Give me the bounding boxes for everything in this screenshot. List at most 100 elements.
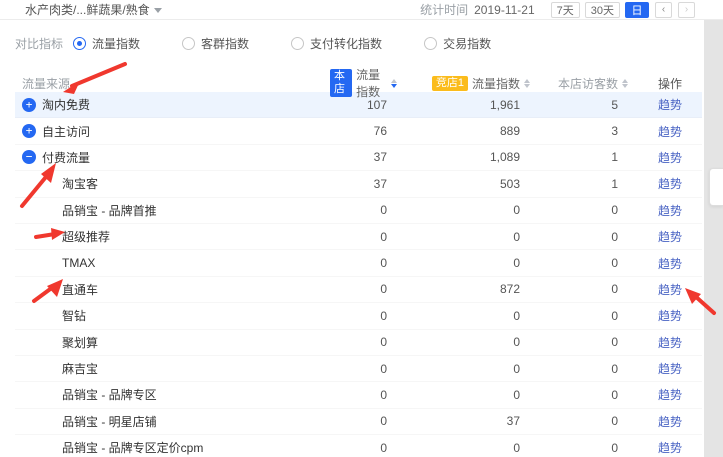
source-name: 品销宝 - 品牌专区定价cpm (62, 439, 203, 456)
trend-link[interactable]: 趋势 (658, 230, 682, 244)
trend-link[interactable]: 趋势 (658, 151, 682, 165)
metric-radio[interactable]: 支付转化指数 (291, 35, 382, 52)
metric-radio[interactable]: 客群指数 (182, 35, 249, 52)
stat-date-value: 2019-11-21 (474, 3, 535, 17)
visitors-value: 0 (530, 282, 628, 296)
trend-link[interactable]: 趋势 (658, 388, 682, 402)
shop-index-value: 0 (330, 414, 397, 428)
rival-badge: 竞店1 (432, 76, 468, 91)
trend-link[interactable]: 趋势 (658, 177, 682, 191)
metric-radio-group: 流量指数 客群指数 支付转化指数 交易指数 (73, 35, 491, 52)
shop-index-value: 0 (330, 203, 397, 217)
metric-radio-label: 客群指数 (201, 35, 249, 52)
source-cell: 品销宝 - 品牌首推 (15, 202, 330, 219)
visitors-value: 1 (530, 177, 628, 191)
source-cell: 聚划算 (15, 334, 330, 351)
col-header-shop-index[interactable]: 本店 流量指数 (330, 66, 397, 100)
source-cell: 麻吉宝 (15, 360, 330, 377)
radio-icon (182, 37, 195, 50)
trend-link[interactable]: 趋势 (658, 257, 682, 271)
visitors-value: 0 (530, 388, 628, 402)
metric-radio-label: 交易指数 (443, 35, 491, 52)
expand-toggle-icon[interactable]: + (22, 98, 36, 112)
table-row: 品销宝 - 品牌专区 0 0 0 趋势 (15, 382, 702, 408)
shop-index-value: 76 (330, 124, 397, 138)
shop-index-value: 0 (330, 282, 397, 296)
source-name: 智钻 (62, 307, 86, 324)
source-cell: 直通车 (15, 281, 330, 298)
source-cell: + 自主访问 (15, 123, 330, 140)
col-header-visitors[interactable]: 本店访客数 (530, 75, 628, 92)
trend-link[interactable]: 趋势 (658, 441, 682, 455)
trend-link[interactable]: 趋势 (658, 362, 682, 376)
category-label: 水产肉类/...鲜蔬果/熟食 (25, 1, 150, 18)
trend-link[interactable]: 趋势 (658, 283, 682, 297)
table-row: 淘宝客 37 503 1 趋势 (15, 171, 702, 197)
trend-link[interactable]: 趋势 (658, 336, 682, 350)
rival-index-label: 流量指数 (472, 75, 520, 92)
radio-icon (73, 37, 86, 50)
range-button[interactable]: 日 (625, 2, 649, 18)
range-button[interactable]: 7天 (551, 2, 580, 18)
source-name: 麻吉宝 (62, 360, 98, 377)
chevron-down-icon (154, 8, 162, 13)
page-gutter (704, 20, 723, 457)
shop-index-value: 0 (330, 256, 397, 270)
visitors-value: 0 (530, 362, 628, 376)
source-cell: − 付费流量 (15, 149, 330, 166)
compare-metric-label: 对比指标 (15, 35, 63, 52)
rival-index-value: 0 (397, 335, 530, 349)
range-button[interactable]: 30天 (585, 2, 620, 18)
table-row: + 自主访问 76 889 3 趋势 (15, 118, 702, 144)
source-cell: 品销宝 - 明星店铺 (15, 413, 330, 430)
floating-side-widget[interactable] (709, 168, 723, 206)
col-header-action: 操作 (628, 75, 702, 92)
table-row: 麻吉宝 0 0 0 趋势 (15, 356, 702, 382)
visitors-label: 本店访客数 (558, 75, 618, 92)
shop-index-value: 0 (330, 335, 397, 349)
shop-index-value: 0 (330, 441, 397, 455)
next-day-button[interactable]: › (678, 2, 695, 18)
shop-index-value: 0 (330, 309, 397, 323)
table-row: TMAX 0 0 0 趋势 (15, 250, 702, 276)
radio-icon (291, 37, 304, 50)
rival-index-value: 0 (397, 362, 530, 376)
shop-index-value: 0 (330, 362, 397, 376)
rival-index-value: 0 (397, 203, 530, 217)
metric-radio[interactable]: 流量指数 (73, 35, 140, 52)
expand-toggle-icon[interactable]: + (22, 124, 36, 138)
radio-icon (424, 37, 437, 50)
col-header-source: 流量来源 (15, 75, 330, 92)
rival-index-value: 1,089 (397, 150, 530, 164)
visitors-value: 0 (530, 230, 628, 244)
source-cell: + 淘内免费 (15, 96, 330, 113)
visitors-value: 1 (530, 150, 628, 164)
prev-day-button[interactable]: ‹ (655, 2, 672, 18)
metric-radio[interactable]: 交易指数 (424, 35, 491, 52)
trend-link[interactable]: 趋势 (658, 125, 682, 139)
shop-index-value: 0 (330, 388, 397, 402)
source-name: 品销宝 - 品牌专区 (62, 386, 157, 403)
shop-index-value: 37 (330, 150, 397, 164)
col-header-rival-index[interactable]: 竞店1 流量指数 (397, 75, 530, 92)
visitors-value: 0 (530, 414, 628, 428)
trend-link[interactable]: 趋势 (658, 309, 682, 323)
metric-radio-label: 流量指数 (92, 35, 140, 52)
rival-index-value: 1,961 (397, 98, 530, 112)
table-row: 品销宝 - 明星店铺 0 37 0 趋势 (15, 409, 702, 435)
source-name: 自主访问 (42, 123, 90, 140)
category-dropdown[interactable]: 水产肉类/...鲜蔬果/熟食 (25, 1, 162, 18)
rival-index-value: 37 (397, 414, 530, 428)
source-name: TMAX (62, 256, 95, 270)
source-name: 付费流量 (42, 149, 90, 166)
table-row: 品销宝 - 品牌专区定价cpm 0 0 0 趋势 (15, 435, 702, 457)
rival-index-value: 0 (397, 441, 530, 455)
expand-toggle-icon[interactable]: − (22, 150, 36, 164)
source-cell: 超级推荐 (15, 228, 330, 245)
source-cell: 品销宝 - 品牌专区 (15, 386, 330, 403)
trend-link[interactable]: 趋势 (658, 204, 682, 218)
trend-link[interactable]: 趋势 (658, 98, 682, 112)
topbar: 水产肉类/...鲜蔬果/熟食 统计时间 2019-11-21 7天30天日 ‹ … (0, 0, 723, 20)
source-name: 淘内免费 (42, 96, 90, 113)
trend-link[interactable]: 趋势 (658, 415, 682, 429)
